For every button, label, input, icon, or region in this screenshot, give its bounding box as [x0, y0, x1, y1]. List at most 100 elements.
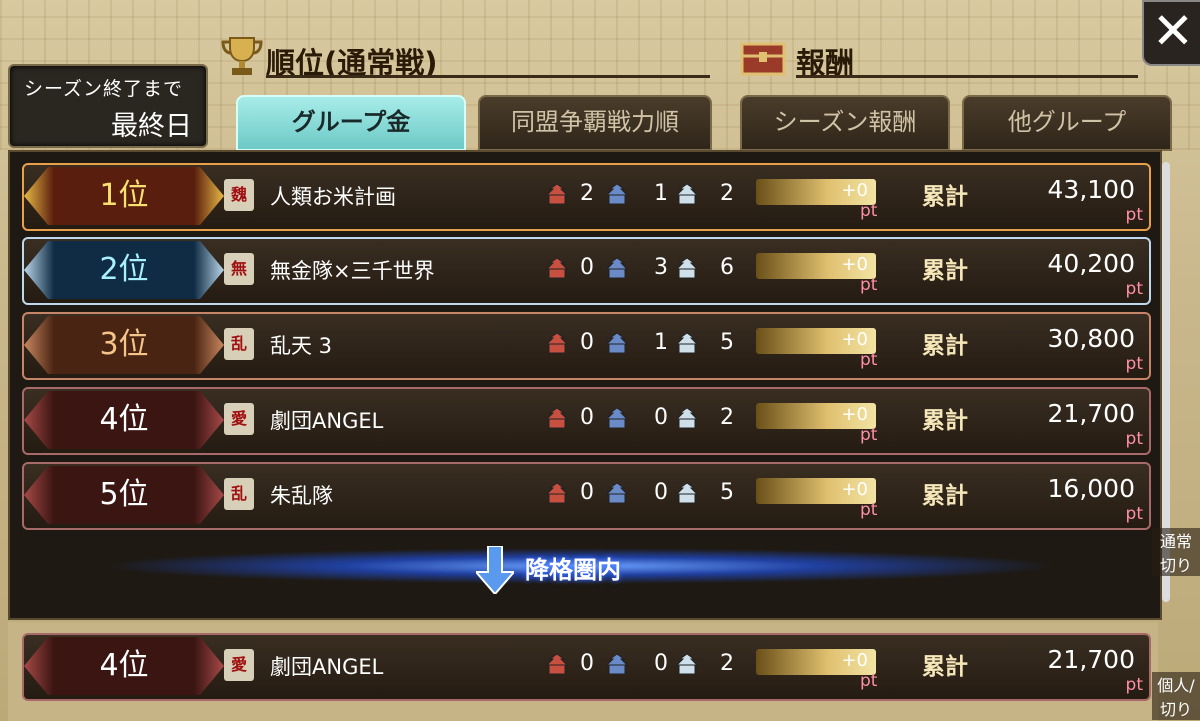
- rank-badge: 4位: [24, 391, 224, 449]
- rank-badge: 3位: [24, 316, 224, 374]
- total-unit: pt: [1125, 279, 1143, 299]
- castle-red-icon: [545, 332, 569, 354]
- total-unit: pt: [1125, 429, 1143, 449]
- castle-small-icon: [675, 653, 699, 675]
- castle-count-main: 0: [580, 480, 594, 505]
- treasure-chest-icon: [740, 42, 786, 76]
- gain-bar: +0: [756, 403, 876, 429]
- castle-blue-icon: [605, 653, 629, 675]
- total-unit: pt: [1125, 205, 1143, 225]
- ranking-row[interactable]: 4位愛劇団ANGEL 0 0 2 +0 pt 累計 21,700 pt: [22, 387, 1151, 455]
- gain-unit: pt: [860, 275, 878, 295]
- castle-count-main: 0: [580, 651, 594, 676]
- gain-unit: pt: [860, 425, 878, 445]
- arrow-down-icon: [476, 546, 514, 594]
- gain-bar: +0: [756, 478, 876, 504]
- castle-count-small: 5: [720, 330, 734, 355]
- rank-badge: 4位: [24, 637, 224, 695]
- tab-label: 同盟争覇戦力順: [511, 108, 679, 136]
- alliance-emblem-icon: 愛: [224, 649, 254, 681]
- castle-count-main: 2: [580, 181, 594, 206]
- castle-red-icon: [545, 653, 569, 675]
- castle-count-mid: 0: [654, 405, 668, 430]
- alliance-emblem-icon: 乱: [224, 478, 254, 510]
- castle-red-icon: [545, 482, 569, 504]
- castle-count-main: 0: [580, 330, 594, 355]
- alliance-emblem-icon: 乱: [224, 328, 254, 360]
- alliance-name[interactable]: 乱天 3: [270, 330, 332, 360]
- trophy-icon: [221, 37, 263, 75]
- gain-unit: pt: [860, 201, 878, 221]
- alliance-name[interactable]: 朱乱隊: [270, 480, 333, 510]
- total-label: 累計: [922, 333, 968, 359]
- ranking-row[interactable]: 4位愛劇団ANGEL 0 0 2 +0 pt 累計 21,700 pt: [22, 633, 1151, 701]
- game-window: シーズン終了まで 最終日 順位(通常戦) 報酬 グループ金 同盟争覇戦力順 シー…: [0, 0, 1200, 721]
- castle-count-small: 5: [720, 480, 734, 505]
- castle-blue-icon: [605, 482, 629, 504]
- gain-value: +0: [841, 180, 868, 201]
- tab-season-reward[interactable]: シーズン報酬: [740, 95, 950, 151]
- gain-unit: pt: [860, 671, 878, 691]
- castle-count-mid: 1: [654, 181, 668, 206]
- ranking-row[interactable]: 2位無無金隊×三千世界 0 3 6 +0 pt 累計 40,200 pt: [22, 237, 1151, 305]
- castle-red-icon: [545, 183, 569, 205]
- total-label: 累計: [922, 483, 968, 509]
- castle-small-icon: [675, 407, 699, 429]
- alliance-name[interactable]: 人類お米計画: [270, 181, 396, 211]
- castle-count-small: 2: [720, 405, 734, 430]
- total-unit: pt: [1125, 504, 1143, 524]
- rank-badge: 5位: [24, 466, 224, 524]
- castle-blue-icon: [605, 407, 629, 429]
- castle-small-icon: [675, 482, 699, 504]
- alliance-name[interactable]: 劇団ANGEL: [270, 651, 383, 681]
- alliance-name[interactable]: 無金隊×三千世界: [270, 255, 435, 285]
- gain-unit: pt: [860, 350, 878, 370]
- individual-switch-button[interactable]: 個人/ 切り: [1152, 672, 1200, 720]
- castle-small-icon: [675, 332, 699, 354]
- castle-blue-icon: [605, 257, 629, 279]
- gain-unit: pt: [860, 500, 878, 520]
- total-value: 21,700: [1047, 399, 1135, 428]
- total-label: 累計: [922, 184, 968, 210]
- castle-red-icon: [545, 257, 569, 279]
- tab-label: グループ金: [291, 108, 411, 136]
- alliance-emblem-icon: 無: [224, 253, 254, 285]
- castle-count-main: 0: [580, 405, 594, 430]
- castle-count-small: 6: [720, 255, 734, 280]
- reward-heading-line: [796, 75, 1138, 78]
- ranking-heading-line: [266, 75, 710, 78]
- ranking-row[interactable]: 1位魏人類お米計画 2 1 2 +0 pt 累計 43,100 pt: [22, 163, 1151, 231]
- season-timer-value: 最終日: [111, 111, 192, 142]
- castle-count-mid: 0: [654, 480, 668, 505]
- gain-value: +0: [841, 479, 868, 500]
- castle-count-small: 2: [720, 651, 734, 676]
- close-button[interactable]: ✕: [1142, 0, 1200, 66]
- gain-bar: +0: [756, 328, 876, 354]
- castle-count-mid: 1: [654, 330, 668, 355]
- alliance-name[interactable]: 劇団ANGEL: [270, 405, 383, 435]
- normal-battle-switch-button[interactable]: 通常 切り: [1152, 528, 1200, 576]
- total-value: 30,800: [1047, 324, 1135, 353]
- rank-badge: 1位: [24, 167, 224, 225]
- ranking-row[interactable]: 3位乱乱天 3 0 1 5 +0 pt 累計 30,800 pt: [22, 312, 1151, 380]
- tab-group-gold[interactable]: グループ金: [236, 95, 466, 151]
- castle-count-mid: 3: [654, 255, 668, 280]
- rank-badge: 2位: [24, 241, 224, 299]
- season-timer: シーズン終了まで 最終日: [8, 64, 208, 148]
- total-value: 40,200: [1047, 249, 1135, 278]
- total-label: 累計: [922, 258, 968, 284]
- total-value: 21,700: [1047, 645, 1135, 674]
- total-unit: pt: [1125, 354, 1143, 374]
- close-icon: ✕: [1152, 2, 1194, 60]
- tab-other-group[interactable]: 他グループ: [962, 95, 1172, 151]
- castle-count-main: 0: [580, 255, 594, 280]
- gain-value: +0: [841, 650, 868, 671]
- castle-blue-icon: [605, 332, 629, 354]
- demotion-label: 降格圏内: [525, 556, 621, 584]
- castle-small-icon: [675, 183, 699, 205]
- ranking-row[interactable]: 5位乱朱乱隊 0 0 5 +0 pt 累計 16,000 pt: [22, 462, 1151, 530]
- tab-label: 他グループ: [1007, 108, 1127, 136]
- gain-bar: +0: [756, 253, 876, 279]
- tab-alliance-power[interactable]: 同盟争覇戦力順: [478, 95, 712, 151]
- alliance-emblem-icon: 愛: [224, 403, 254, 435]
